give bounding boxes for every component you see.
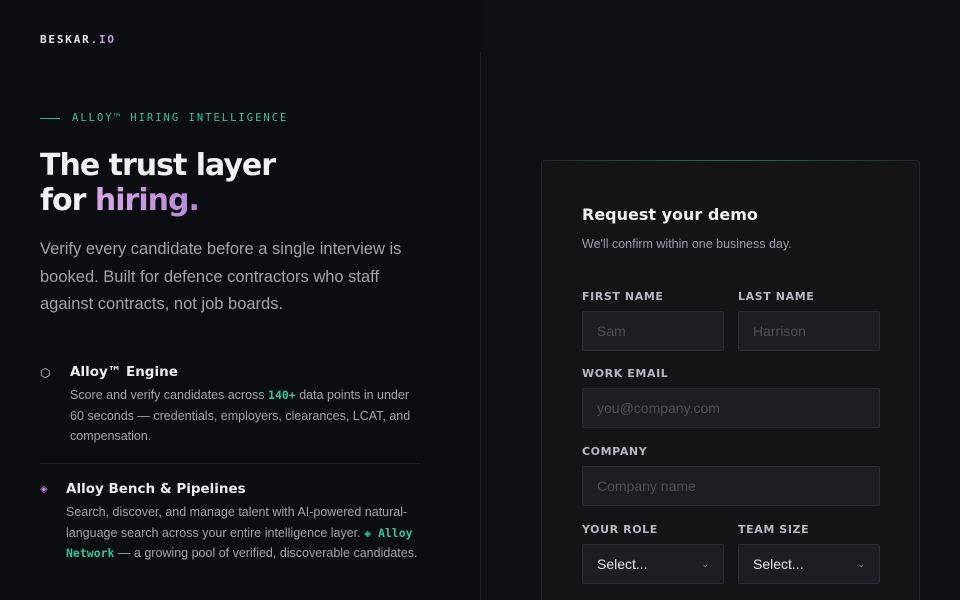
feature-desc-highlight: 140+ bbox=[268, 388, 296, 402]
hexagon-icon: ⬡ bbox=[40, 366, 51, 380]
role-select[interactable]: Select... ⌄ bbox=[582, 544, 724, 584]
card-top-glow bbox=[542, 160, 919, 161]
diamond-icon: ◈ bbox=[40, 484, 48, 495]
team-size-select-value: Select... bbox=[753, 556, 804, 572]
feature-desc-text: — a growing pool of verified, discoverab… bbox=[114, 546, 418, 560]
eyebrow-rule bbox=[40, 117, 60, 119]
headline-highlight: hiring. bbox=[94, 183, 200, 218]
company-label: COMPANY bbox=[582, 445, 648, 458]
feature-title: Alloy™ Engine bbox=[70, 364, 178, 380]
feature-desc-text: Score and verify candidates across bbox=[70, 388, 269, 402]
feature-title: Alloy Bench & Pipelines bbox=[66, 481, 246, 497]
feature-alloy-engine: ⬡ Alloy™ Engine Score and verify candida… bbox=[40, 364, 420, 447]
feature-divider bbox=[40, 463, 420, 464]
brand-logo[interactable]: BESKAR.IO bbox=[40, 33, 116, 46]
last-name-label: LAST NAME bbox=[738, 290, 815, 303]
headline-line1: The trust layer bbox=[40, 148, 276, 183]
company-field[interactable] bbox=[582, 466, 880, 506]
form-panel: Request your demo We'll confirm within o… bbox=[481, 0, 960, 600]
hero-lead: Verify every candidate before a single i… bbox=[40, 240, 402, 313]
feature-desc-text: Search, discover, and manage talent with… bbox=[66, 505, 408, 540]
headline-for: for bbox=[40, 183, 95, 218]
hero-headline: The trust layer for hiring. bbox=[40, 148, 276, 218]
role-select-value: Select... bbox=[597, 556, 648, 572]
first-name-field[interactable] bbox=[582, 311, 724, 351]
form-title: Request your demo bbox=[582, 205, 758, 224]
first-name-label: FIRST NAME bbox=[582, 290, 664, 303]
team-size-label: TEAM SIZE bbox=[738, 523, 810, 536]
feature-description: Search, discover, and manage talent with… bbox=[66, 502, 420, 564]
chevron-down-icon: ⌄ bbox=[701, 558, 709, 569]
work-email-label: WORK EMAIL bbox=[582, 367, 669, 380]
role-label: YOUR ROLE bbox=[582, 523, 658, 536]
brand-name-accent: .IO bbox=[90, 33, 116, 46]
form-subtitle: We'll confirm within one business day. bbox=[582, 237, 792, 251]
hero-eyebrow: ALLOY™ HIRING INTELLIGENCE bbox=[40, 112, 288, 124]
chevron-down-icon: ⌄ bbox=[857, 558, 865, 569]
feature-description: Score and verify candidates across 140+ … bbox=[70, 385, 420, 447]
feature-bench-pipelines: ◈ Alloy Bench & Pipelines Search, discov… bbox=[40, 481, 420, 564]
work-email-field[interactable] bbox=[582, 388, 880, 428]
eyebrow-text: ALLOY™ HIRING INTELLIGENCE bbox=[72, 112, 289, 124]
last-name-field[interactable] bbox=[738, 311, 880, 351]
demo-form-card: Request your demo We'll confirm within o… bbox=[541, 160, 920, 600]
brand-name: BESKAR bbox=[40, 33, 91, 46]
team-size-select[interactable]: Select... ⌄ bbox=[738, 544, 880, 584]
hero-panel: BESKAR.IO ALLOY™ HIRING INTELLIGENCE The… bbox=[0, 0, 480, 600]
